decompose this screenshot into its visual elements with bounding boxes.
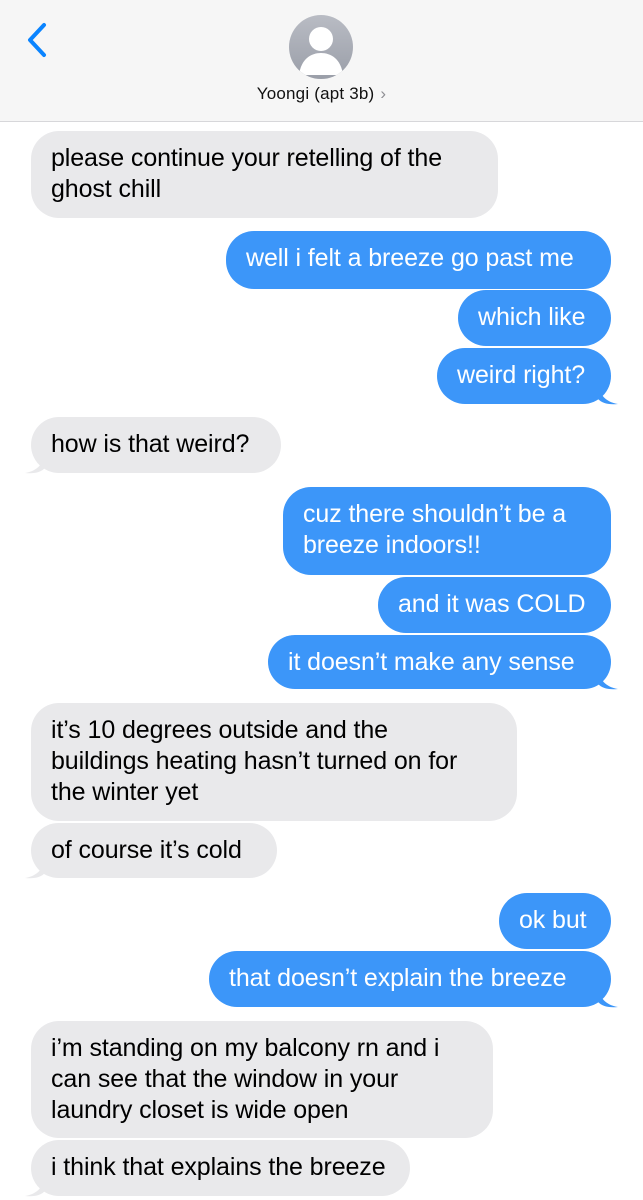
conversation-header: Yoongi (apt 3b) › — [0, 0, 643, 122]
message-line: laundry closet is wide open — [51, 1096, 349, 1124]
incoming-message[interactable]: it’s 10 degrees outside and the building… — [31, 703, 517, 821]
outgoing-message[interactable]: which like — [458, 290, 611, 346]
incoming-message[interactable]: i think that explains the breeze — [31, 1140, 410, 1196]
chevron-left-icon — [28, 23, 46, 57]
message-line: which like — [478, 303, 586, 331]
message-line: can see that the window in your — [51, 1065, 399, 1093]
outgoing-message[interactable]: that doesn’t explain the breeze — [209, 951, 611, 1007]
message-line: and it was COLD — [398, 590, 586, 618]
message-line: ok but — [519, 906, 587, 934]
outgoing-message[interactable]: and it was COLD — [378, 577, 611, 633]
message-line: of course it’s cold — [51, 836, 242, 864]
outgoing-message[interactable]: weird right? — [437, 348, 611, 404]
message-line: breeze indoors!! — [303, 531, 481, 559]
bubble-tail — [25, 452, 45, 474]
bubble-tail — [25, 1175, 45, 1197]
message-line: well i felt a breeze go past me — [246, 244, 574, 272]
outgoing-message[interactable]: cuz there shouldn’t be a breeze indoors!… — [283, 487, 611, 575]
contact-name-button[interactable]: Yoongi (apt 3b) › — [0, 84, 643, 104]
message-line: please continue your retelling of the — [51, 144, 443, 172]
bubble-tail — [598, 986, 618, 1008]
contact-name: Yoongi (apt 3b) — [256, 84, 375, 103]
bubble-tail — [598, 668, 618, 690]
bubble-tail — [25, 857, 45, 879]
message-line: it doesn’t make any sense — [288, 648, 575, 676]
outgoing-message[interactable]: well i felt a breeze go past me — [226, 231, 611, 289]
chevron-right-icon: › — [380, 84, 387, 103]
message-line: cuz there shouldn’t be a — [303, 500, 567, 528]
incoming-message[interactable]: of course it’s cold — [31, 823, 277, 878]
incoming-message[interactable]: please continue your retelling of the gh… — [31, 131, 498, 218]
message-line: i’m standing on my balcony rn and i — [51, 1034, 440, 1062]
incoming-message[interactable]: i’m standing on my balcony rn and i can … — [31, 1021, 493, 1138]
outgoing-message[interactable]: it doesn’t make any sense — [268, 635, 611, 689]
message-line: it’s 10 degrees outside and the — [51, 716, 388, 744]
message-line: weird right? — [457, 361, 586, 389]
bubble-tail — [598, 383, 618, 405]
outgoing-message[interactable]: ok but — [499, 893, 611, 949]
message-line: how is that weird? — [51, 430, 250, 458]
message-line: that doesn’t explain the breeze — [229, 964, 567, 992]
person-silhouette-icon — [299, 27, 343, 75]
back-button[interactable] — [22, 20, 52, 60]
incoming-message[interactable]: how is that weird? — [31, 417, 281, 473]
message-line: buildings heating hasn’t turned on for — [51, 747, 458, 775]
message-line: the winter yet — [51, 778, 199, 806]
contact-avatar[interactable] — [289, 15, 353, 79]
message-line: i think that explains the breeze — [51, 1153, 386, 1181]
message-line: ghost chill — [51, 175, 162, 203]
